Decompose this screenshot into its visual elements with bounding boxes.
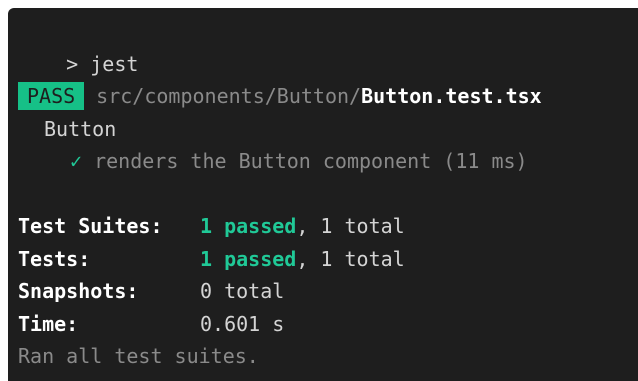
time-label: Time: — [18, 311, 79, 336]
pass-badge: PASS — [18, 82, 85, 110]
suites-label: Test Suites: — [18, 214, 163, 238]
command-line: > jest — [18, 15, 638, 76]
terminal-window[interactable]: > jest PASS src/components/Button/Button.… — [8, 8, 638, 381]
summary-suites: Test Suites: 1 passed, 1 total — [18, 210, 638, 243]
test-result-line: PASS src/components/Button/Button.test.ts… — [18, 80, 638, 113]
suites-passed: 1 passed — [200, 214, 297, 238]
tests-label: Tests: — [18, 246, 91, 271]
describe-block: Button — [44, 116, 117, 141]
footer-message: Ran all test suites. — [18, 344, 259, 368]
test-file-name: Button.test.tsx — [361, 84, 542, 108]
snapshots-label: Snapshots: — [18, 279, 139, 303]
check-icon: ✓ — [70, 149, 83, 173]
summary-time: Time: 0.601 s — [18, 308, 638, 341]
summary-tests: Tests: 1 passed, 1 total — [18, 243, 638, 276]
snapshots-value: 0 total — [200, 279, 285, 303]
time-value: 0.601 s — [200, 311, 285, 336]
prompt-symbol: > — [66, 51, 79, 76]
suites-total: , 1 total — [296, 214, 405, 238]
test-case-line: ✓ renders the Button component (11 ms) — [18, 145, 638, 178]
tests-total: , 1 total — [296, 246, 405, 271]
command-text: jest — [90, 51, 139, 76]
tests-passed: 1 passed — [200, 246, 297, 271]
summary-snapshots: Snapshots: 0 total — [18, 275, 638, 308]
test-path-dir: src/components/Button/ — [96, 84, 362, 108]
test-case-name: renders the Button component (11 ms) — [94, 149, 528, 173]
